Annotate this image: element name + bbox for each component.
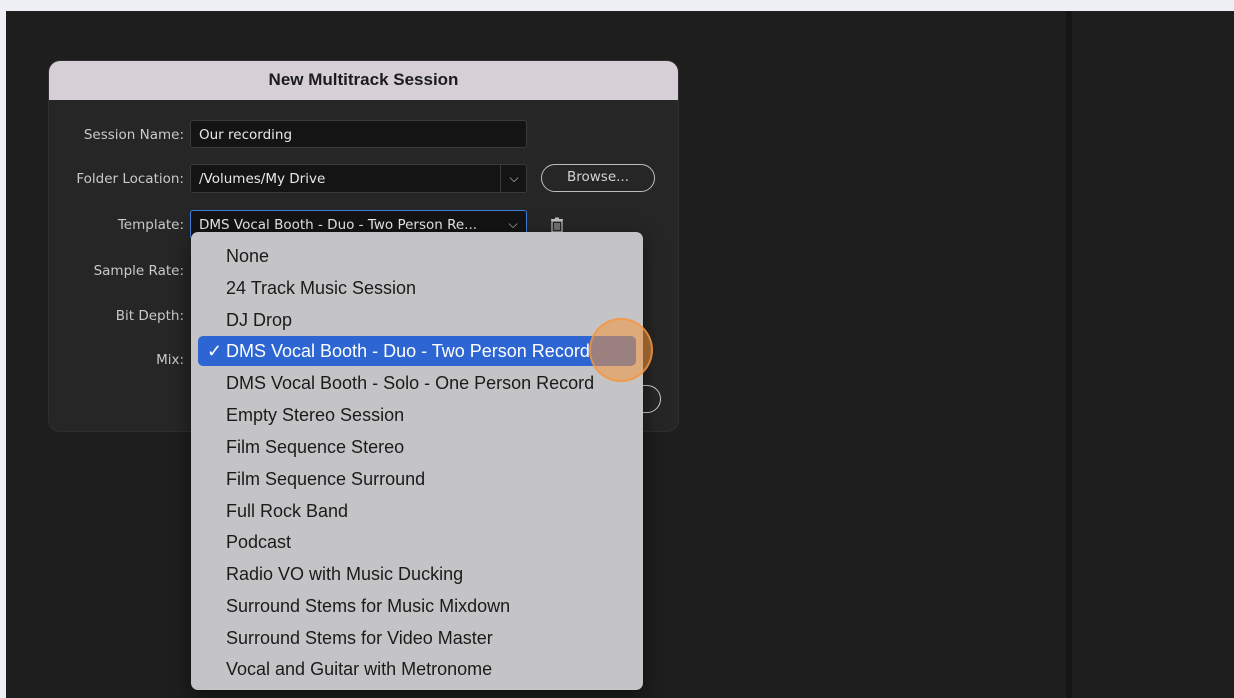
chevron-down-icon[interactable]: ⌵ <box>500 165 526 192</box>
menu-item[interactable]: Film Sequence Surround <box>198 464 636 494</box>
menu-item[interactable]: None <box>198 241 636 271</box>
menu-item[interactable]: Radio VO with Music Ducking <box>198 559 636 589</box>
folder-location-dropdown[interactable]: /Volumes/My Drive ⌵ <box>190 164 527 193</box>
menu-item[interactable]: 24 Track Music Session <box>198 273 636 303</box>
bit-depth-label: Bit Depth: <box>115 308 184 324</box>
sample-rate-label: Sample Rate: <box>93 263 184 279</box>
mix-label: Mix: <box>156 352 184 368</box>
menu-item[interactable]: Vocal and Guitar with Metronome <box>198 654 636 684</box>
browse-button[interactable]: Browse... <box>541 164 655 192</box>
template-dropdown-menu: None 24 Track Music Session DJ Drop ✓ DM… <box>191 232 643 690</box>
click-indicator <box>589 318 653 382</box>
session-name-label: Session Name: <box>83 127 184 143</box>
menu-item[interactable]: DMS Vocal Booth - Solo - One Person Reco… <box>198 368 636 398</box>
panel-divider[interactable] <box>1066 11 1072 698</box>
dialog-title: New Multitrack Session <box>49 61 678 100</box>
trash-icon[interactable] <box>549 217 565 233</box>
session-name-input[interactable]: Our recording <box>190 120 527 148</box>
template-label: Template: <box>117 217 184 233</box>
template-value: DMS Vocal Booth - Duo - Two Person Re... <box>199 217 478 233</box>
folder-location-value: /Volumes/My Drive <box>199 171 326 187</box>
menu-item[interactable]: DJ Drop <box>198 305 636 335</box>
menu-item[interactable]: Film Sequence Stereo <box>198 432 636 462</box>
checkmark-icon: ✓ <box>207 341 223 361</box>
folder-location-label: Folder Location: <box>76 171 184 187</box>
menu-item[interactable]: Empty Stereo Session <box>198 400 636 430</box>
menu-item[interactable]: Full Rock Band <box>198 496 636 526</box>
menu-item-selected[interactable]: ✓ DMS Vocal Booth - Duo - Two Person Rec… <box>198 336 636 366</box>
menu-item[interactable]: Surround Stems for Video Master <box>198 623 636 653</box>
menu-item[interactable]: Podcast <box>198 527 636 557</box>
menu-item[interactable]: Surround Stems for Music Mixdown <box>198 591 636 621</box>
window-top-edge <box>0 0 1234 11</box>
